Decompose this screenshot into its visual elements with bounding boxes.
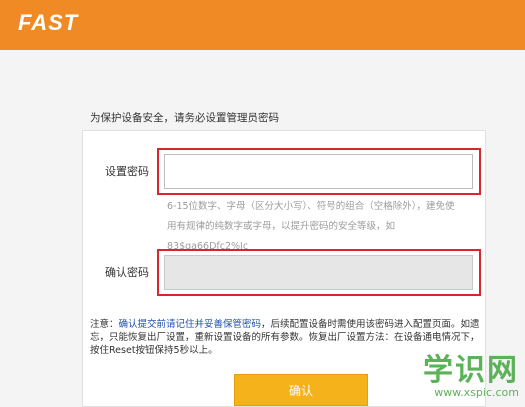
password-hint: 6-15位数字、字母（区分大小写）、符号的组合（空格除外），建免使用有规律的纯数… [167,201,455,252]
watermark-url: www.xspic.com [434,386,519,399]
brand-logo: FAST [18,10,79,35]
watermark: 学识网 www.xspic.com [423,353,519,400]
confirm-password-label: 确认密码 [105,266,149,279]
note-highlight: 确认提交前请记住并妥善保管密码 [118,319,262,330]
warning-note: 注意：确认提交前请记住并妥善保管密码，后续配置设备时需使用该密码进入配置页面。如… [90,318,482,357]
confirm-password-input[interactable] [164,255,473,290]
password-label: 设置密码 [105,165,149,178]
note-prefix: 注意： [90,319,119,330]
header-bar: FAST [0,0,525,50]
watermark-text: 学识网 [423,353,519,388]
intro-text: 为保护设备安全，请务必设置管理员密码 [90,112,279,124]
password-input[interactable] [164,154,473,189]
confirm-button[interactable]: 确认 [234,374,368,406]
